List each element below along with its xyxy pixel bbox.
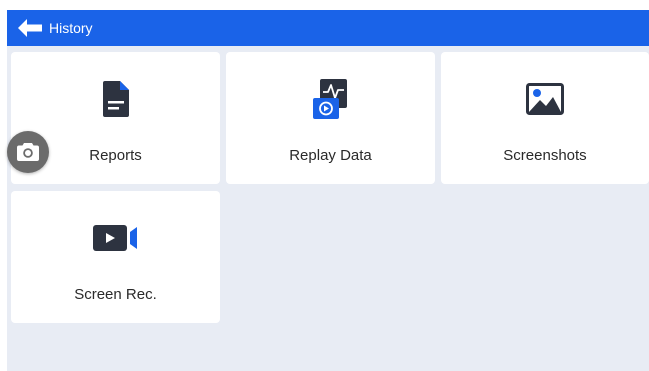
camera-icon [17,143,39,161]
replay-data-icon [226,78,435,120]
history-grid: Reports Replay Data Screenshots Screen R… [7,46,649,371]
screen-rec-tile[interactable]: Screen Rec. [11,191,220,323]
top-bar: History [7,10,649,46]
screen-rec-label: Screen Rec. [74,286,157,303]
back-button[interactable] [15,10,45,46]
replay-data-label: Replay Data [289,147,372,164]
document-icon [11,78,220,120]
floating-screenshot-button[interactable] [7,131,49,173]
video-camera-icon [11,217,220,259]
page-title: History [49,20,93,36]
replay-data-tile[interactable]: Replay Data [226,52,435,184]
arrow-left-icon [18,19,42,37]
image-icon [441,78,649,120]
screenshots-label: Screenshots [503,147,587,164]
screenshots-tile[interactable]: Screenshots [441,52,649,184]
